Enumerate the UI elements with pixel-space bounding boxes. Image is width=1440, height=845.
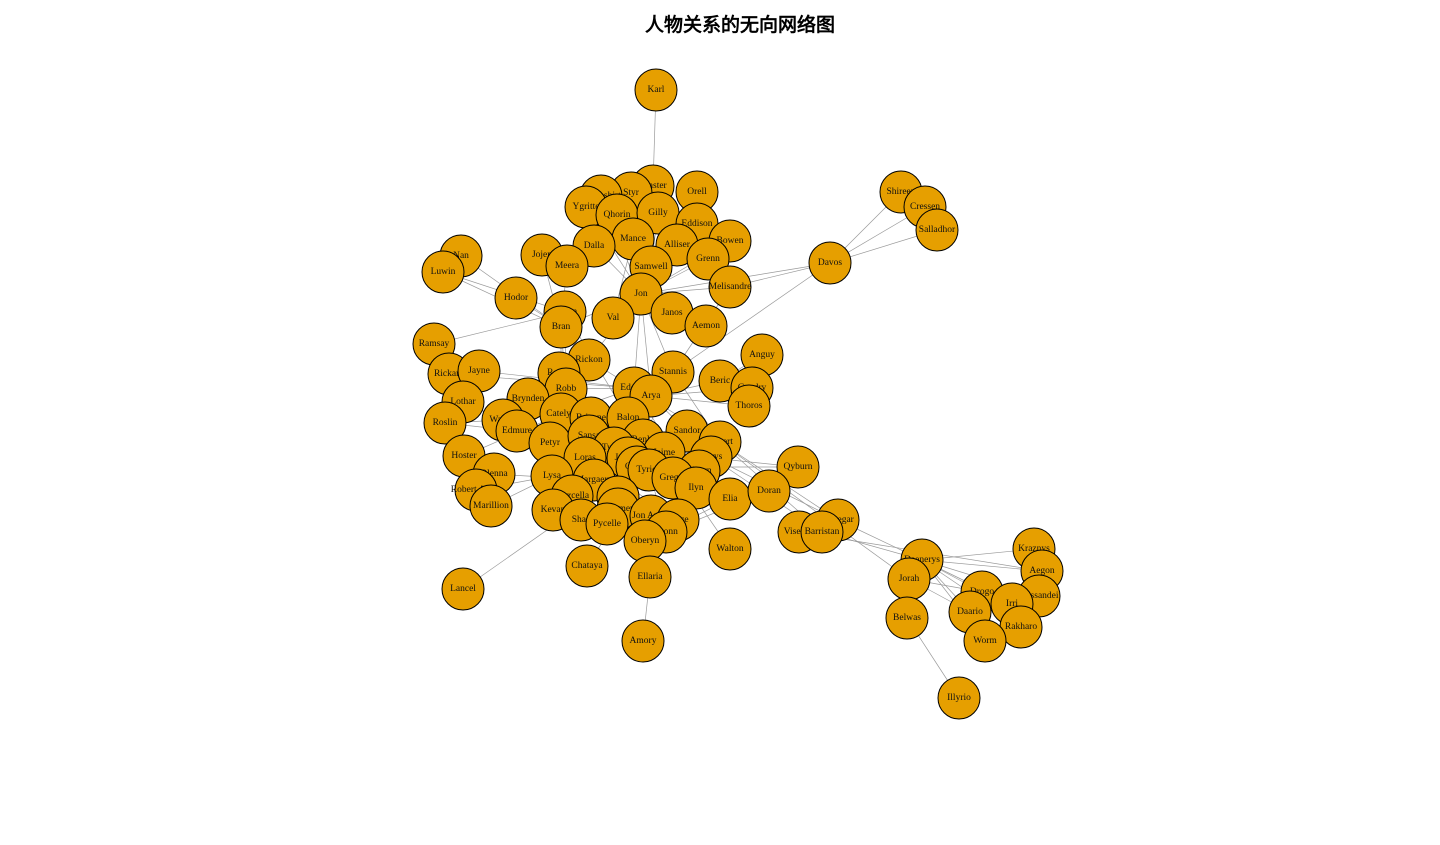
node-karl: Karl <box>634 68 678 112</box>
node-ellaria: Ellaria <box>628 555 672 599</box>
node-label: Meera <box>555 261 580 271</box>
node-label: Marillion <box>473 501 509 511</box>
node-label: Thoros <box>736 401 763 411</box>
node-label: Worm <box>973 636 997 646</box>
node-walton: Walton <box>708 527 752 571</box>
node-label: Doran <box>757 486 781 496</box>
node-chataya: Chataya <box>565 544 609 588</box>
node-label: Ilyn <box>688 483 704 493</box>
node-illyrio: Illyrio <box>937 676 981 720</box>
node-label: Chataya <box>571 561 603 571</box>
node-label: Alliser <box>664 240 691 250</box>
node-label: Petyr <box>540 438 561 448</box>
node-luwin: Luwin <box>421 250 465 294</box>
node-label: Qyburn <box>783 462 812 472</box>
node-marillion: Marillion <box>469 484 513 528</box>
node-label: Bran <box>552 322 571 332</box>
node-label: Aemon <box>692 321 720 331</box>
node-label: Val <box>607 313 620 323</box>
node-label: Hodor <box>504 293 529 303</box>
node-label: Mance <box>620 234 646 244</box>
node-oberyn: Oberyn <box>623 519 667 563</box>
node-label: Lancel <box>450 584 476 594</box>
node-melisandre: Melisandre <box>708 265 752 309</box>
node-label: Samwell <box>634 262 668 272</box>
node-label: Orell <box>687 187 707 197</box>
node-elia: Elia <box>708 477 752 521</box>
node-label: Roslin <box>433 418 458 428</box>
node-aemon: Aemon <box>684 304 728 348</box>
node-label: Belwas <box>893 613 921 623</box>
node-label: Daario <box>957 607 983 617</box>
node-label: Ellaria <box>637 572 663 582</box>
node-hodor: Hodor <box>494 276 538 320</box>
node-label: Melisandre <box>709 282 752 292</box>
node-barristan: Barristan <box>800 510 844 554</box>
network-graph: KarlShireenCressenSalladhorDavosOrellCra… <box>412 68 1064 720</box>
node-label: Ygritte <box>573 202 600 212</box>
node-label: Edmure <box>502 426 532 436</box>
node-label: Illyrio <box>947 693 971 703</box>
node-layer: KarlShireenCressenSalladhorDavosOrellCra… <box>412 68 1064 720</box>
node-label: Jon <box>634 289 647 299</box>
node-label: Sandor <box>674 426 702 436</box>
node-doran: Doran <box>747 469 791 513</box>
node-label: Aegon <box>1029 566 1055 576</box>
node-label: Salladhor <box>919 225 956 235</box>
node-label: Rickon <box>575 355 603 365</box>
node-salladhor: Salladhor <box>915 208 959 252</box>
node-label: Jorah <box>899 574 920 584</box>
node-lancel: Lancel <box>441 567 485 611</box>
node-label: Brynden <box>512 394 545 404</box>
node-label: Barristan <box>805 527 840 537</box>
node-val: Val <box>591 296 635 340</box>
node-davos: Davos <box>808 241 852 285</box>
node-label: Arya <box>642 391 662 401</box>
node-label: Gilly <box>648 208 668 218</box>
node-label: Jayne <box>468 366 490 376</box>
node-label: Dalla <box>584 241 605 251</box>
node-label: Elia <box>722 494 738 504</box>
node-pycelle: Pycelle <box>585 502 629 546</box>
node-bran: Bran <box>539 305 583 349</box>
node-label: Anguy <box>749 350 775 360</box>
node-label: Walton <box>716 544 743 554</box>
node-worm: Worm <box>963 619 1007 663</box>
node-belwas: Belwas <box>885 596 929 640</box>
node-jorah: Jorah <box>887 557 931 601</box>
node-label: Beric <box>710 376 731 386</box>
node-label: Grenn <box>696 254 720 264</box>
node-label: Rakharo <box>1005 622 1037 632</box>
node-label: Hoster <box>451 451 477 461</box>
node-label: Karl <box>648 85 665 95</box>
node-label: Davos <box>818 258 843 268</box>
node-label: Amory <box>630 636 657 646</box>
node-label: Pycelle <box>593 519 621 529</box>
node-thoros: Thoros <box>727 384 771 428</box>
node-label: Janos <box>661 308 682 318</box>
node-label: Ramsay <box>419 339 450 349</box>
node-amory: Amory <box>621 619 665 663</box>
node-meera: Meera <box>545 244 589 288</box>
node-label: Stannis <box>659 367 687 377</box>
node-label: Luwin <box>431 267 456 277</box>
node-label: Oberyn <box>631 536 660 546</box>
